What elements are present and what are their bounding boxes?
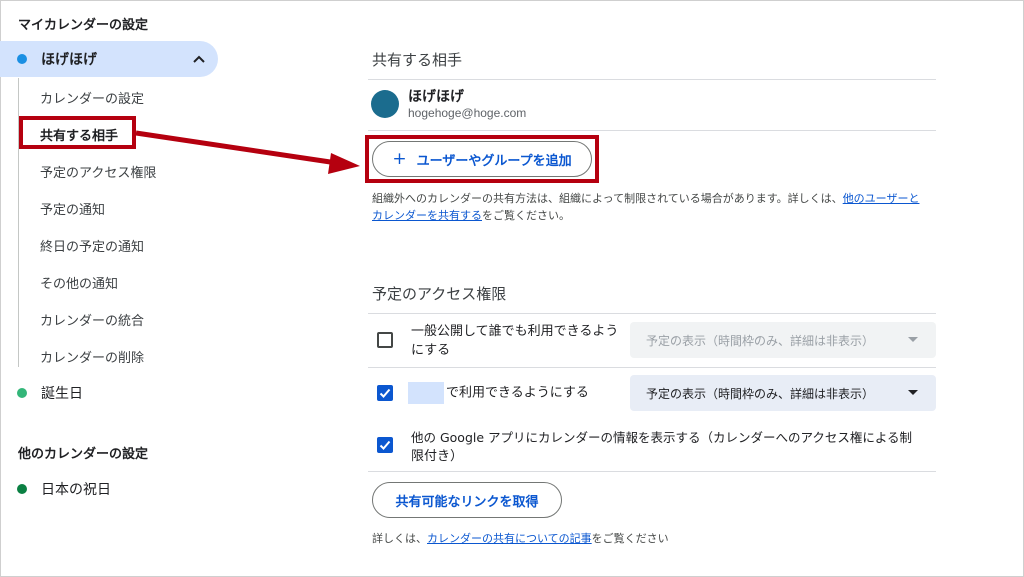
org-label: で利用できるようにする <box>408 382 589 404</box>
access-section-title: 予定のアクセス権限 <box>372 285 507 303</box>
sidebar-item-calendar-settings[interactable]: カレンダーの設定 <box>40 88 144 107</box>
org-label-text: で利用できるようにする <box>446 385 589 401</box>
share-help-link-part2: カレンダーを共有する <box>372 209 482 222</box>
share-section-title: 共有する相手 <box>372 51 463 69</box>
sidebar-item-access-permissions[interactable]: 予定のアクセス権限 <box>40 162 156 181</box>
org-select-value: 予定の表示（時間枠のみ、詳細は非表示） <box>646 386 875 401</box>
divider <box>368 130 936 131</box>
sidebar-item-allday-notifications[interactable]: 終日の予定の通知 <box>40 236 144 255</box>
calendar-name: 誕生日 <box>41 386 83 402</box>
calendar-name: 日本の祝日 <box>41 482 111 498</box>
apps-label: 他の Google アプリにカレンダーの情報を表示する（カレンダーへのアクセス権… <box>411 428 936 466</box>
public-label-line1: 一般公開して誰でも利用できるよう <box>411 324 619 339</box>
avatar <box>371 90 399 118</box>
sidebar-item-integrate-calendar[interactable]: カレンダーの統合 <box>40 310 144 329</box>
member-name: ほげほげ <box>408 89 464 105</box>
sidebar-item-event-notifications[interactable]: 予定の通知 <box>40 199 105 218</box>
public-label-line2: にする <box>411 343 451 358</box>
check-icon <box>379 388 391 398</box>
apps-label-line1: 他の Google アプリにカレンダーの情報を表示する（カレンダーへのアクセス権… <box>411 430 913 445</box>
public-select-value: 予定の表示（時間枠のみ、詳細は非表示） <box>646 333 875 348</box>
share-help-link-part1: 他のユーザーと <box>842 192 920 205</box>
footer-suffix: をご覧ください <box>591 532 669 545</box>
divider <box>368 79 936 80</box>
apps-checkbox[interactable] <box>377 437 393 453</box>
calendar-color-dot <box>17 484 27 494</box>
divider <box>368 367 936 368</box>
divider <box>368 313 936 314</box>
divider <box>368 471 936 472</box>
check-icon <box>379 440 391 450</box>
my-calendars-title: マイカレンダーの設定 <box>18 18 149 33</box>
calendar-color-dot <box>17 388 27 398</box>
footer-prefix: 詳しくは、 <box>372 532 427 545</box>
other-calendars-title: 他のカレンダーの設定 <box>18 447 149 462</box>
sidebar-calendar-hogehoge[interactable]: ほげほげ <box>0 41 218 77</box>
org-visibility-select[interactable]: 予定の表示（時間枠のみ、詳細は非表示） <box>630 375 936 411</box>
access-footer-note: 詳しくは、カレンダーの共有についての記事をご覧ください <box>372 530 669 547</box>
highlight-box-add-button <box>365 135 599 183</box>
get-shareable-link-button[interactable]: 共有可能なリンクを取得 <box>372 482 562 518</box>
share-note-text: 組織外へのカレンダーの共有方法は、組織によって制限されている場合があります。詳し… <box>372 192 843 205</box>
sidebar-item-other-notifications[interactable]: その他の通知 <box>40 273 118 292</box>
calendar-color-dot <box>17 54 27 64</box>
org-checkbox[interactable] <box>377 385 393 401</box>
sidebar-calendar-birthday[interactable]: 誕生日 <box>0 375 83 411</box>
sidebar: マイカレンダーの設定 ほげほげ カレンダーの設定 共有する相手 予定のアクセス権… <box>0 0 240 577</box>
highlight-box-share-nav <box>19 116 136 149</box>
member-email: hogehoge@hoge.com <box>408 106 527 120</box>
share-note: 組織外へのカレンダーの共有方法は、組織によって制限されている場合があります。詳し… <box>372 190 932 224</box>
sidebar-item-delete-calendar[interactable]: カレンダーの削除 <box>40 347 144 366</box>
public-label: 一般公開して誰でも利用できるよう にする <box>411 322 618 360</box>
redacted-org-name <box>408 382 444 404</box>
dropdown-caret-icon <box>908 337 918 342</box>
public-checkbox[interactable] <box>377 332 393 348</box>
dropdown-caret-icon <box>908 390 918 395</box>
get-link-label: 共有可能なリンクを取得 <box>395 494 539 510</box>
sidebar-calendar-holidays[interactable]: 日本の祝日 <box>0 471 111 507</box>
calendar-name: ほげほげ <box>41 52 97 68</box>
sharing-article-link[interactable]: カレンダーの共有についての記事 <box>427 532 592 545</box>
public-visibility-select: 予定の表示（時間枠のみ、詳細は非表示） <box>630 322 936 358</box>
chevron-up-icon[interactable] <box>192 52 206 66</box>
apps-label-line2: 限付き） <box>411 449 464 464</box>
share-note-suffix: をご覧ください。 <box>482 209 570 222</box>
